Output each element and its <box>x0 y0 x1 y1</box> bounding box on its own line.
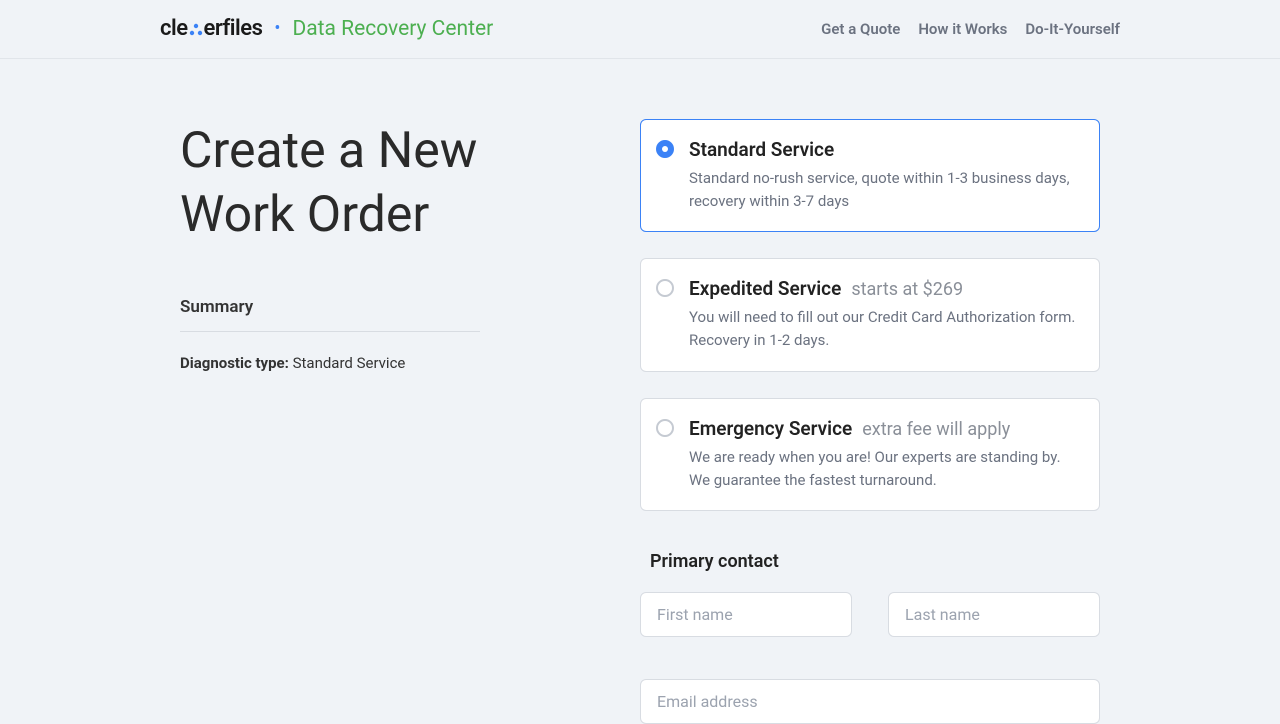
brand-subtitle: Data Recovery Center <box>292 17 493 41</box>
option-emergency-price: extra fee will apply <box>862 419 1010 440</box>
summary-diagnostic: Diagnostic type: Standard Service <box>180 354 580 372</box>
radio-icon <box>656 279 674 297</box>
page-title: Create a New Work Order <box>180 119 580 247</box>
nav-how-it-works[interactable]: How it Works <box>918 20 1007 38</box>
last-name-field[interactable] <box>888 592 1100 637</box>
nav-diy[interactable]: Do-It-Yourself <box>1025 20 1120 38</box>
brand-dots-icon <box>189 17 203 42</box>
separator-dot-icon: • <box>274 18 280 39</box>
nav-get-quote[interactable]: Get a Quote <box>821 20 900 38</box>
option-expedited[interactable]: Expedited Service starts at $269 You wil… <box>640 258 1100 372</box>
option-expedited-title: Expedited Service <box>689 277 841 300</box>
summary-heading: Summary <box>180 297 480 332</box>
option-emergency[interactable]: Emergency Service extra fee will apply W… <box>640 398 1100 512</box>
option-emergency-desc: We are ready when you are! Our experts a… <box>689 446 1079 493</box>
nav: Get a Quote How it Works Do-It-Yourself <box>821 20 1120 38</box>
option-standard-desc: Standard no-rush service, quote within 1… <box>689 167 1079 214</box>
option-standard[interactable]: Standard Service Standard no-rush servic… <box>640 119 1100 233</box>
option-expedited-desc: You will need to fill out our Credit Car… <box>689 306 1079 353</box>
header: cleerfiles • Data Recovery Center Get a … <box>0 0 1280 59</box>
summary-diagnostic-label: Diagnostic type: <box>180 354 289 372</box>
email-field[interactable] <box>640 679 1100 724</box>
brand-text: cleerfiles <box>160 16 262 42</box>
option-expedited-price: starts at $269 <box>851 279 963 300</box>
option-emergency-title: Emergency Service <box>689 417 852 440</box>
logo[interactable]: cleerfiles • Data Recovery Center <box>160 16 493 42</box>
summary-diagnostic-value: Standard Service <box>289 354 406 372</box>
option-standard-title: Standard Service <box>689 138 834 161</box>
first-name-field[interactable] <box>640 592 852 637</box>
radio-icon <box>656 140 674 158</box>
primary-contact-heading: Primary contact <box>650 551 1100 572</box>
radio-icon <box>656 419 674 437</box>
